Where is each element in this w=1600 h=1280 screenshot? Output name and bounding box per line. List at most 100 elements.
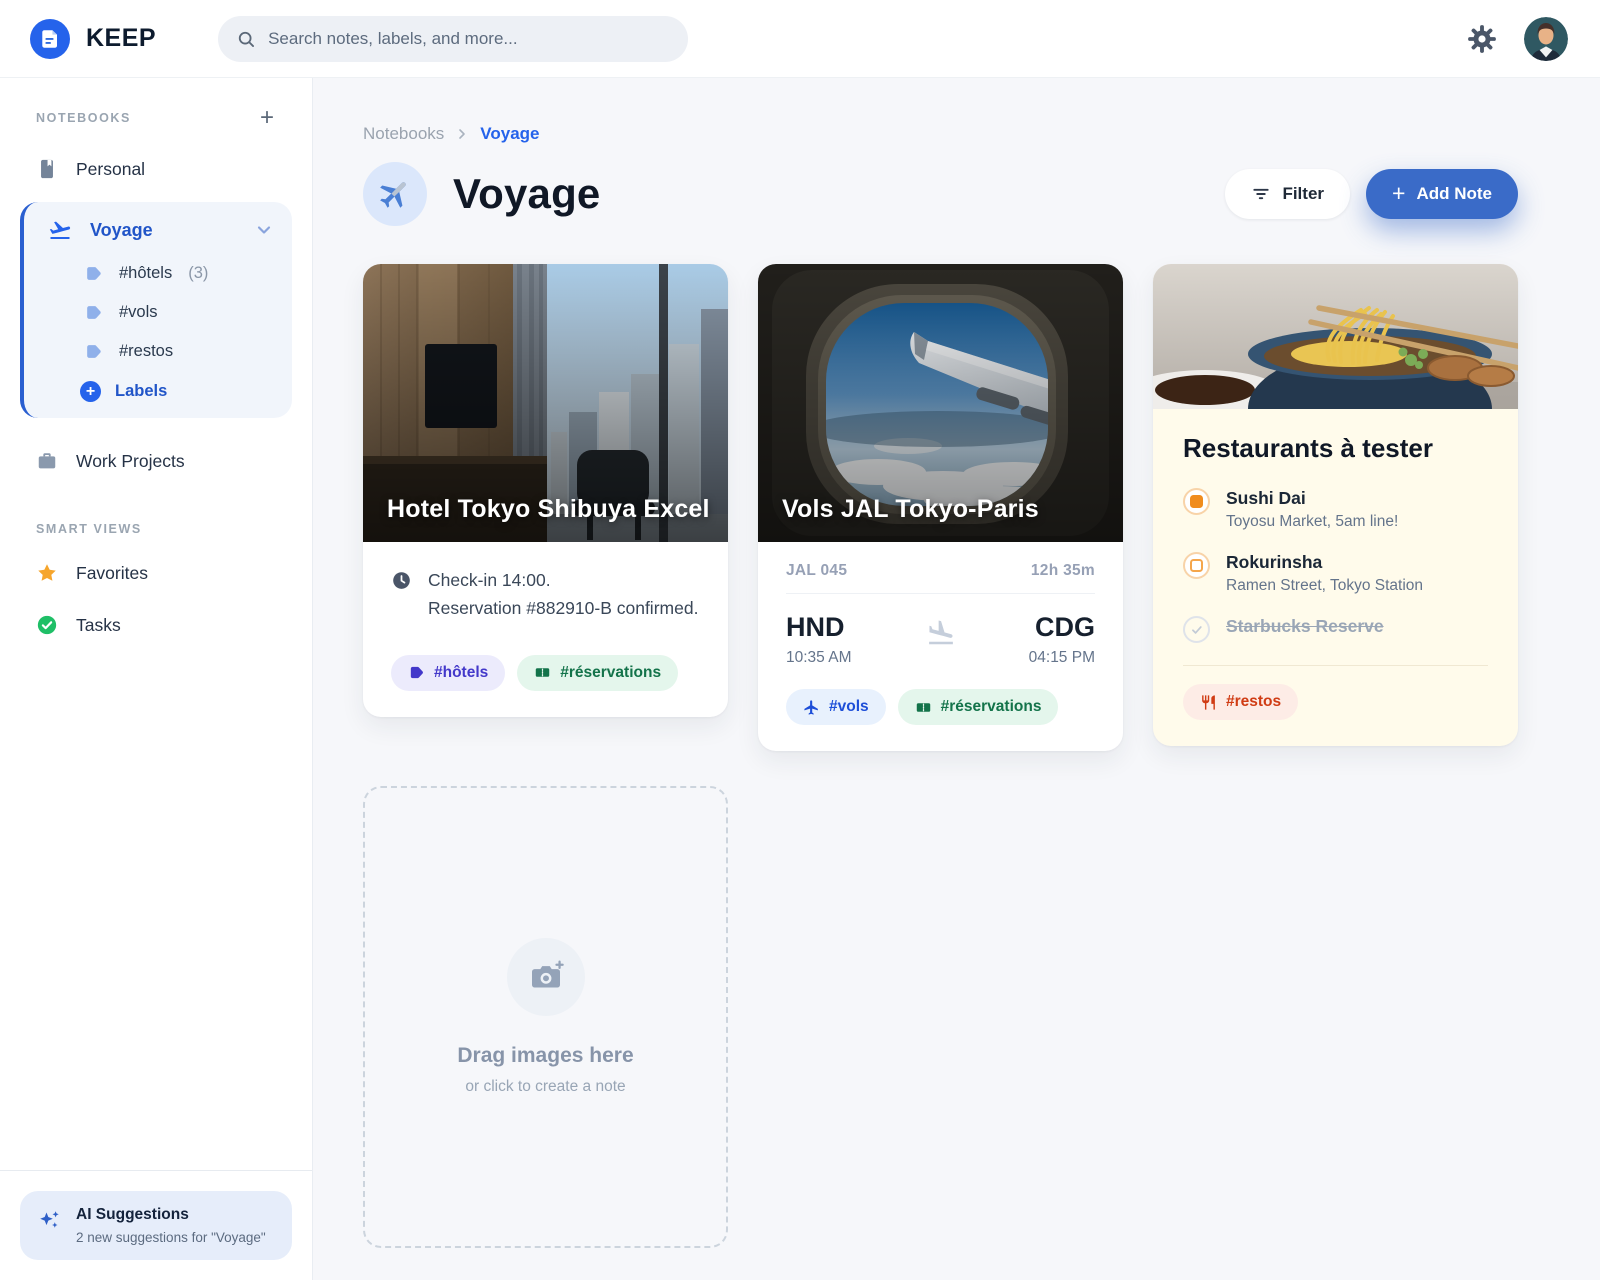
smart-views-section-title: SMART VIEWS	[36, 522, 142, 536]
flight-duration: 12h 35m	[1031, 562, 1095, 580]
avatar-illustration	[1524, 17, 1568, 61]
gear-icon	[1466, 23, 1498, 55]
sidebar-item-label: Personal	[76, 159, 145, 180]
flight-photo: Vols JAL Tokyo-Paris	[758, 264, 1123, 542]
checkbox-unchecked[interactable]	[1183, 552, 1210, 579]
search-icon	[236, 29, 256, 49]
tag-chip-reservations[interactable]: #réservations	[517, 655, 678, 691]
sidebar-label-hotels[interactable]: #hôtels (3)	[24, 256, 292, 291]
sidebar: NOTEBOOKS + Personal	[0, 78, 313, 1280]
app-name: KEEP	[86, 24, 156, 53]
note-card-hotel[interactable]: Hotel Tokyo Shibuya Excel Check	[363, 264, 728, 717]
checkbox-done[interactable]	[1183, 616, 1210, 643]
checklist: Sushi Dai Toyosu Market, 5am line! Rokur…	[1183, 488, 1488, 643]
arrival-code: CDG	[985, 612, 1095, 643]
checkbox-checked[interactable]	[1183, 488, 1210, 515]
labels-button-text: Labels	[115, 382, 167, 401]
note-body-text: Check-in 14:00. Reservation #882910-B co…	[428, 566, 698, 623]
tag-icon	[84, 303, 103, 322]
chevron-down-icon[interactable]	[254, 220, 274, 240]
checklist-item[interactable]: Sushi Dai Toyosu Market, 5am line!	[1183, 488, 1488, 531]
label-count: (3)	[188, 264, 208, 283]
ai-suggestions-card[interactable]: AI Suggestions 2 new suggestions for "Vo…	[20, 1191, 292, 1260]
add-notebook-button[interactable]: +	[260, 108, 274, 128]
image-dropzone[interactable]: Drag images here or click to create a no…	[363, 786, 728, 1248]
sidebar-item-voyage[interactable]: Voyage	[24, 218, 292, 242]
breadcrumb: Notebooks Voyage	[363, 124, 1518, 144]
ticket-icon	[915, 699, 932, 716]
add-note-button-label: Add Note	[1416, 184, 1492, 204]
camera-badge	[507, 938, 585, 1016]
sidebar-group-voyage: Voyage #hôtels (3) #vols	[20, 202, 292, 418]
notes-grid: Hotel Tokyo Shibuya Excel Check	[363, 264, 1518, 1248]
restaurant-icon	[1200, 694, 1217, 711]
filter-button[interactable]: Filter	[1225, 169, 1350, 219]
add-labels-button[interactable]: + Labels	[24, 381, 292, 402]
flight-takeoff-icon	[48, 218, 72, 242]
label-name: #hôtels	[119, 264, 172, 283]
checklist-item[interactable]: Rokurinsha Ramen Street, Tokyo Station	[1183, 552, 1488, 595]
page-title: Voyage	[453, 170, 600, 218]
tag-icon	[84, 342, 103, 361]
app-window: KEEP	[0, 0, 1600, 1280]
sidebar-item-label: Voyage	[90, 220, 254, 241]
chevron-right-icon	[454, 126, 470, 142]
note-title-overlay: Hotel Tokyo Shibuya Excel	[387, 495, 710, 524]
flight-number: JAL 045	[786, 562, 847, 580]
briefcase-icon	[36, 450, 58, 472]
main-content: Notebooks Voyage Voyage	[313, 78, 1600, 1280]
hotel-photo: Hotel Tokyo Shibuya Excel	[363, 264, 728, 542]
sparkles-icon	[38, 1208, 62, 1232]
tag-icon	[408, 664, 425, 681]
search-bar[interactable]	[218, 16, 688, 62]
sidebar-item-label: Work Projects	[76, 451, 185, 472]
departure-code: HND	[786, 612, 896, 643]
user-avatar[interactable]	[1524, 17, 1568, 61]
note-title: Restaurants à tester	[1183, 433, 1488, 464]
dropzone-subtitle: or click to create a note	[465, 1078, 625, 1096]
airplane-emoji-icon	[377, 176, 413, 212]
tag-chip-hotels[interactable]: #hôtels	[391, 655, 505, 691]
label-name: #vols	[119, 303, 158, 322]
add-note-button[interactable]: + Add Note	[1366, 169, 1518, 219]
ai-suggestions-title: AI Suggestions	[76, 1206, 266, 1224]
clock-icon	[391, 570, 412, 591]
top-bar: KEEP	[0, 0, 1600, 78]
sidebar-label-restos[interactable]: #restos	[24, 334, 292, 369]
filter-icon	[1251, 184, 1271, 204]
settings-button[interactable]	[1466, 23, 1498, 55]
app-logo[interactable]	[30, 19, 70, 59]
notebooks-section-title: NOTEBOOKS	[36, 111, 131, 125]
tag-chip-vols[interactable]: #vols	[786, 689, 886, 725]
dropzone-title: Drag images here	[457, 1044, 633, 1068]
departure-time: 10:35 AM	[786, 649, 896, 667]
label-name: #restos	[119, 342, 173, 361]
flight-landing-icon	[922, 618, 960, 648]
camera-plus-icon	[525, 956, 567, 998]
search-input[interactable]	[268, 29, 670, 49]
ticket-icon	[534, 664, 551, 681]
breadcrumb-voyage[interactable]: Voyage	[480, 124, 539, 144]
sidebar-item-label: Tasks	[76, 615, 121, 636]
sidebar-item-tasks[interactable]: Tasks	[0, 610, 312, 640]
note-card-flight[interactable]: Vols JAL Tokyo-Paris JAL 045 12h 35m HND	[758, 264, 1123, 751]
tag-chip-restos[interactable]: #restos	[1183, 684, 1298, 720]
sidebar-item-favorites[interactable]: Favorites	[0, 558, 312, 588]
breadcrumb-notebooks[interactable]: Notebooks	[363, 124, 444, 144]
journal-icon	[36, 158, 58, 180]
sidebar-item-label: Favorites	[76, 563, 148, 584]
ai-suggestions-subtitle: 2 new suggestions for "Voyage"	[76, 1230, 266, 1245]
star-icon	[36, 562, 58, 584]
sidebar-label-vols[interactable]: #vols	[24, 295, 292, 330]
divider	[1183, 665, 1488, 666]
plus-circle-icon: +	[80, 381, 101, 402]
arrival-time: 04:15 PM	[985, 649, 1095, 667]
filter-button-label: Filter	[1282, 184, 1324, 204]
tag-icon	[84, 264, 103, 283]
sidebar-item-work-projects[interactable]: Work Projects	[0, 446, 312, 476]
tag-chip-reservations[interactable]: #réservations	[898, 689, 1059, 725]
checklist-item[interactable]: Starbucks Reserve	[1183, 616, 1488, 643]
sidebar-item-personal[interactable]: Personal	[0, 154, 312, 184]
note-card-restaurants[interactable]: Restaurants à tester Sushi Dai Toyosu Ma…	[1153, 264, 1518, 746]
note-icon	[38, 27, 62, 51]
